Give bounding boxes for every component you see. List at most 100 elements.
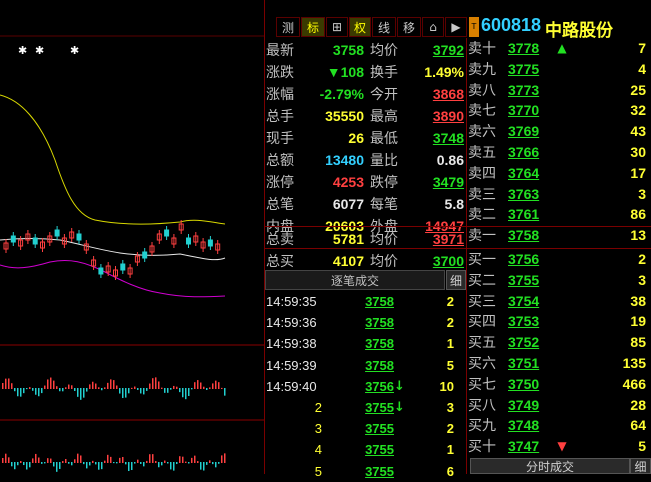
- order-price: 3751: [508, 355, 540, 371]
- quote-value: 5.8: [444, 196, 464, 212]
- quote-label: 今开: [370, 87, 398, 103]
- macd-bar: [26, 388, 28, 390]
- quote-value: 3758: [332, 42, 364, 58]
- quote-value: 4107: [332, 253, 364, 269]
- tool-home-button[interactable]: ⌂: [422, 17, 444, 37]
- tick-time: 3: [314, 421, 322, 437]
- quote-value: 3479: [432, 174, 464, 190]
- macd-bar: [38, 388, 40, 397]
- indicator-bar: [224, 453, 226, 463]
- quote-label: 跌停: [370, 175, 398, 191]
- order-volume: 4: [638, 60, 646, 77]
- order-price: 3752: [508, 334, 540, 351]
- macd-bar: [74, 388, 76, 391]
- buy-order-row: 买六 3751 135: [468, 353, 651, 373]
- indicator-bar: [164, 460, 166, 463]
- indicator-bar: [167, 462, 169, 464]
- tool-grid-button[interactable]: ⊞: [326, 17, 348, 37]
- indicator-bar: [179, 456, 181, 463]
- macd-bar: [173, 385, 175, 389]
- order-label: 卖十: [468, 41, 496, 57]
- macd-bar: [155, 377, 157, 389]
- indicator-bar: [17, 462, 19, 466]
- tick-volume: 2: [446, 294, 454, 309]
- kline-chart-area[interactable]: ✱ ✱ ✱: [0, 0, 264, 474]
- quote-value: -2.79%: [319, 86, 364, 102]
- buy-order-row: 买八 3749 28: [468, 395, 651, 415]
- macd-bar: [92, 381, 94, 389]
- buy-order-row: 买四 3753 19: [468, 311, 651, 331]
- order-price: 3754: [508, 292, 540, 309]
- quote-value: 6077: [332, 196, 364, 212]
- indicator-bar: [14, 462, 16, 470]
- buy-order-row: 买一 3756 2: [468, 249, 651, 269]
- tick-detail-button[interactable]: 细: [446, 270, 466, 290]
- macd-bar: [8, 378, 10, 389]
- macd-bar: [77, 388, 79, 397]
- order-label: 买六: [468, 356, 496, 372]
- tool-move-button[interactable]: 移: [397, 17, 421, 37]
- tool-mark-button[interactable]: 标: [301, 17, 325, 37]
- order-price: 3758: [508, 227, 540, 244]
- tool-rights-button[interactable]: 权: [349, 17, 371, 37]
- order-volume: 3: [638, 271, 646, 288]
- indicator-bar: [104, 460, 106, 463]
- macd-bar: [53, 380, 55, 389]
- tick-header[interactable]: 逐笔成交: [265, 270, 445, 290]
- sell-order-row: 卖四 3764 17: [468, 163, 651, 183]
- macd-bar: [44, 385, 46, 389]
- buy-order-row: 买七 3750 466: [468, 374, 651, 394]
- macd-bar: [23, 388, 25, 394]
- candle-body: [164, 229, 170, 237]
- sell-order-row: 卖八 3773 25: [468, 80, 651, 100]
- buy-order-row: 买九 3748 64: [468, 415, 651, 435]
- candle-body: [120, 263, 126, 271]
- macd-bar: [167, 388, 169, 393]
- quote-label: 最低: [370, 131, 398, 147]
- indicator-bar: [35, 453, 37, 463]
- macd-bar: [119, 388, 121, 394]
- order-volume: 17: [630, 164, 646, 181]
- up-arrow-icon: ▲: [557, 41, 567, 55]
- macd-bar: [110, 379, 112, 389]
- indicator-bar: [182, 456, 184, 463]
- tick-price: 3756: [365, 378, 394, 394]
- quote-value: 3748: [432, 130, 464, 146]
- tick-row: 4 3755 1: [266, 439, 464, 460]
- indicator-bar: [131, 462, 133, 471]
- marker-star: ✱: [18, 44, 28, 57]
- quote-row: 总卖 5781 均价 3971: [266, 228, 466, 250]
- order-label: 买七: [468, 376, 496, 393]
- tick-price: 3758: [365, 336, 394, 352]
- quote-value: 3868: [432, 86, 464, 102]
- macd-bar: [122, 388, 124, 399]
- order-label: 卖七: [468, 103, 496, 120]
- bottom-detail-button[interactable]: 细: [630, 458, 651, 474]
- order-price: 3766: [508, 144, 540, 160]
- macd-bar: [80, 388, 82, 400]
- marker-star: ✱: [70, 44, 80, 57]
- indicator-bar: [170, 462, 172, 470]
- timeshare-trades-tab[interactable]: 分时成交: [470, 458, 630, 474]
- quote-label: 涨停: [266, 175, 294, 191]
- indicator-bar: [161, 462, 163, 466]
- macd-bar: [170, 388, 172, 390]
- indicator-bar: [5, 453, 7, 463]
- indicator-bar: [77, 453, 79, 463]
- quote-row: 总额 13480 量比 0.86: [266, 149, 466, 171]
- tool-play-button[interactable]: ▶: [445, 17, 467, 37]
- tool-line-button[interactable]: 线: [372, 17, 396, 37]
- quote-row: 涨跌 ▼108 换手 1.49%: [266, 61, 466, 83]
- macd-bar: [176, 386, 178, 389]
- macd-bar: [191, 388, 193, 390]
- sell-order-row: 卖十 3778 ▲ 7: [468, 38, 651, 58]
- indicator-bar: [23, 462, 25, 466]
- macd-bar: [164, 388, 166, 393]
- indicator-bar: [209, 460, 211, 463]
- quote-value: 3890: [432, 108, 464, 124]
- candle-body: [98, 267, 104, 275]
- indicator-bar: [110, 456, 112, 463]
- tool-measure-button[interactable]: 测: [276, 17, 300, 37]
- sell-order-row: 卖七 3770 32: [468, 100, 651, 120]
- macd-bar: [152, 378, 154, 389]
